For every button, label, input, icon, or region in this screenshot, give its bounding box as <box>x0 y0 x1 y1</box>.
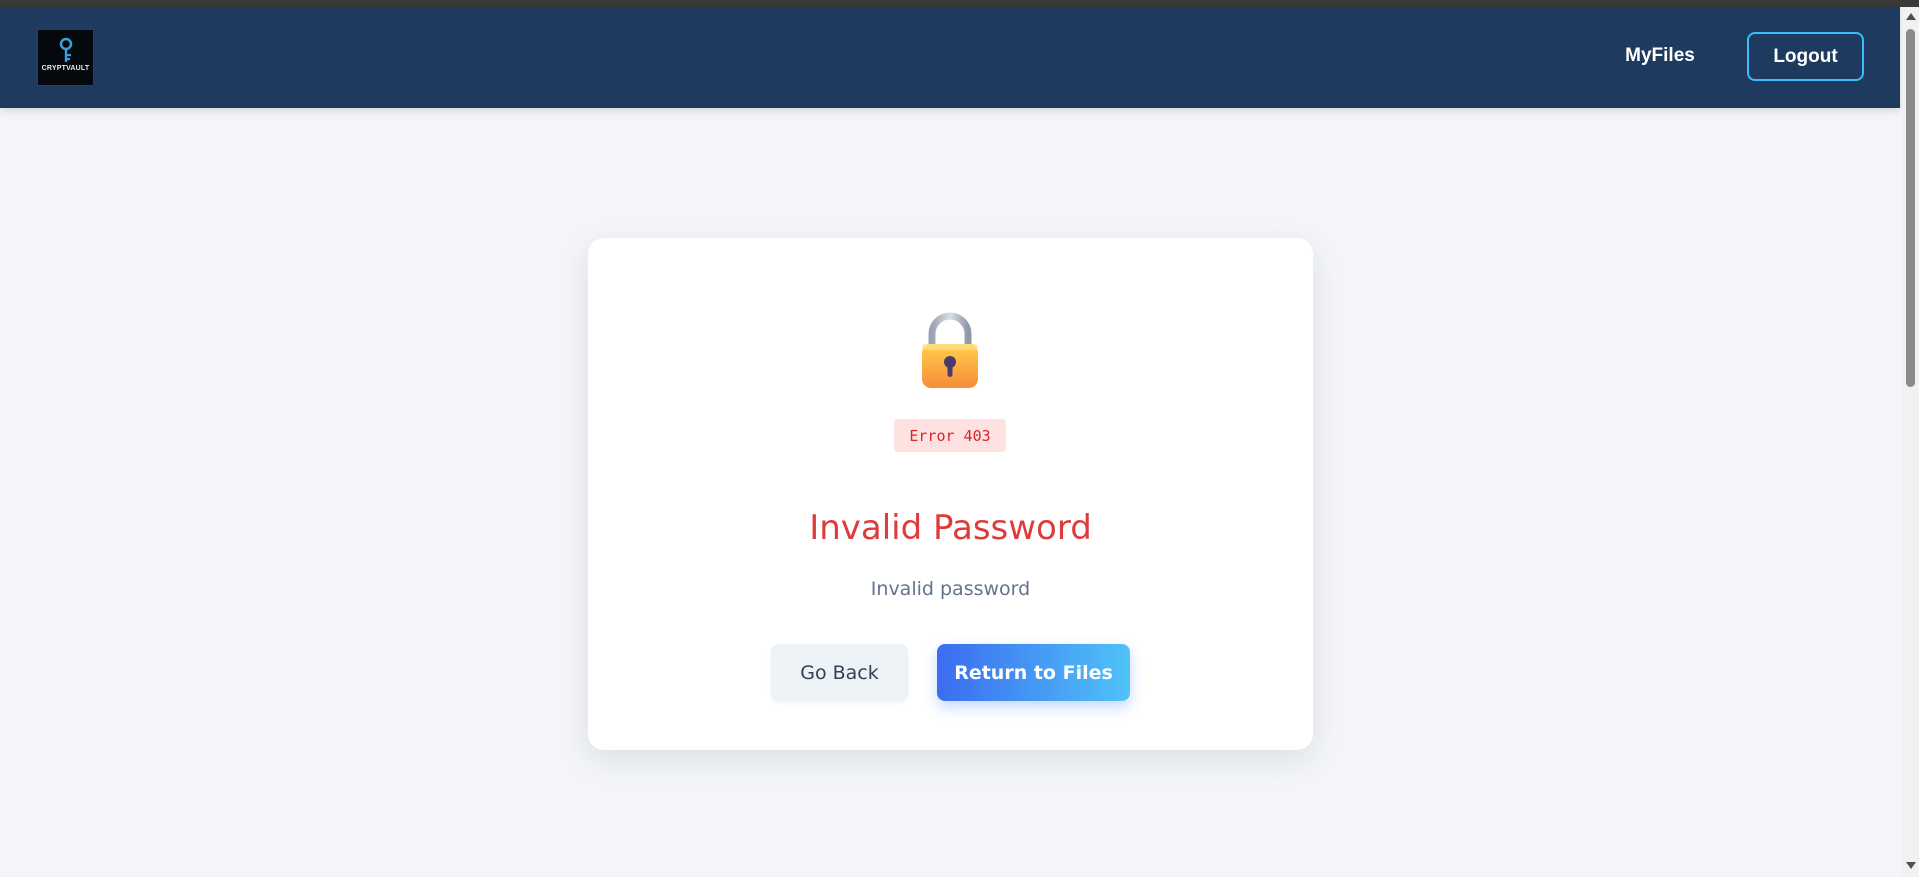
lock-icon <box>905 306 995 396</box>
error-message: Invalid password <box>870 578 1031 600</box>
error-card: Error 403 Invalid Password Invalid passw… <box>588 238 1313 750</box>
error-code-badge: Error 403 <box>894 419 1006 452</box>
logout-button[interactable]: Logout <box>1747 32 1864 81</box>
page-scrollbar[interactable] <box>1902 7 1919 877</box>
scroll-thumb[interactable] <box>1906 29 1915 387</box>
logo-text: CRYPTVAULT <box>41 65 90 72</box>
nav-link-myfiles[interactable]: MyFiles <box>1615 45 1705 67</box>
go-back-button[interactable]: Go Back <box>771 644 908 701</box>
return-to-files-button[interactable]: Return to Files <box>937 644 1130 701</box>
scroll-down-arrow-icon[interactable] <box>1906 862 1916 869</box>
key-icon <box>59 37 73 62</box>
scroll-up-arrow-icon[interactable] <box>1906 13 1916 20</box>
navbar: CRYPTVAULT MyFiles Logout <box>0 7 1900 108</box>
error-title: Invalid Password <box>809 508 1092 548</box>
app-logo[interactable]: CRYPTVAULT <box>37 29 94 86</box>
window-top-strip <box>0 0 1919 7</box>
